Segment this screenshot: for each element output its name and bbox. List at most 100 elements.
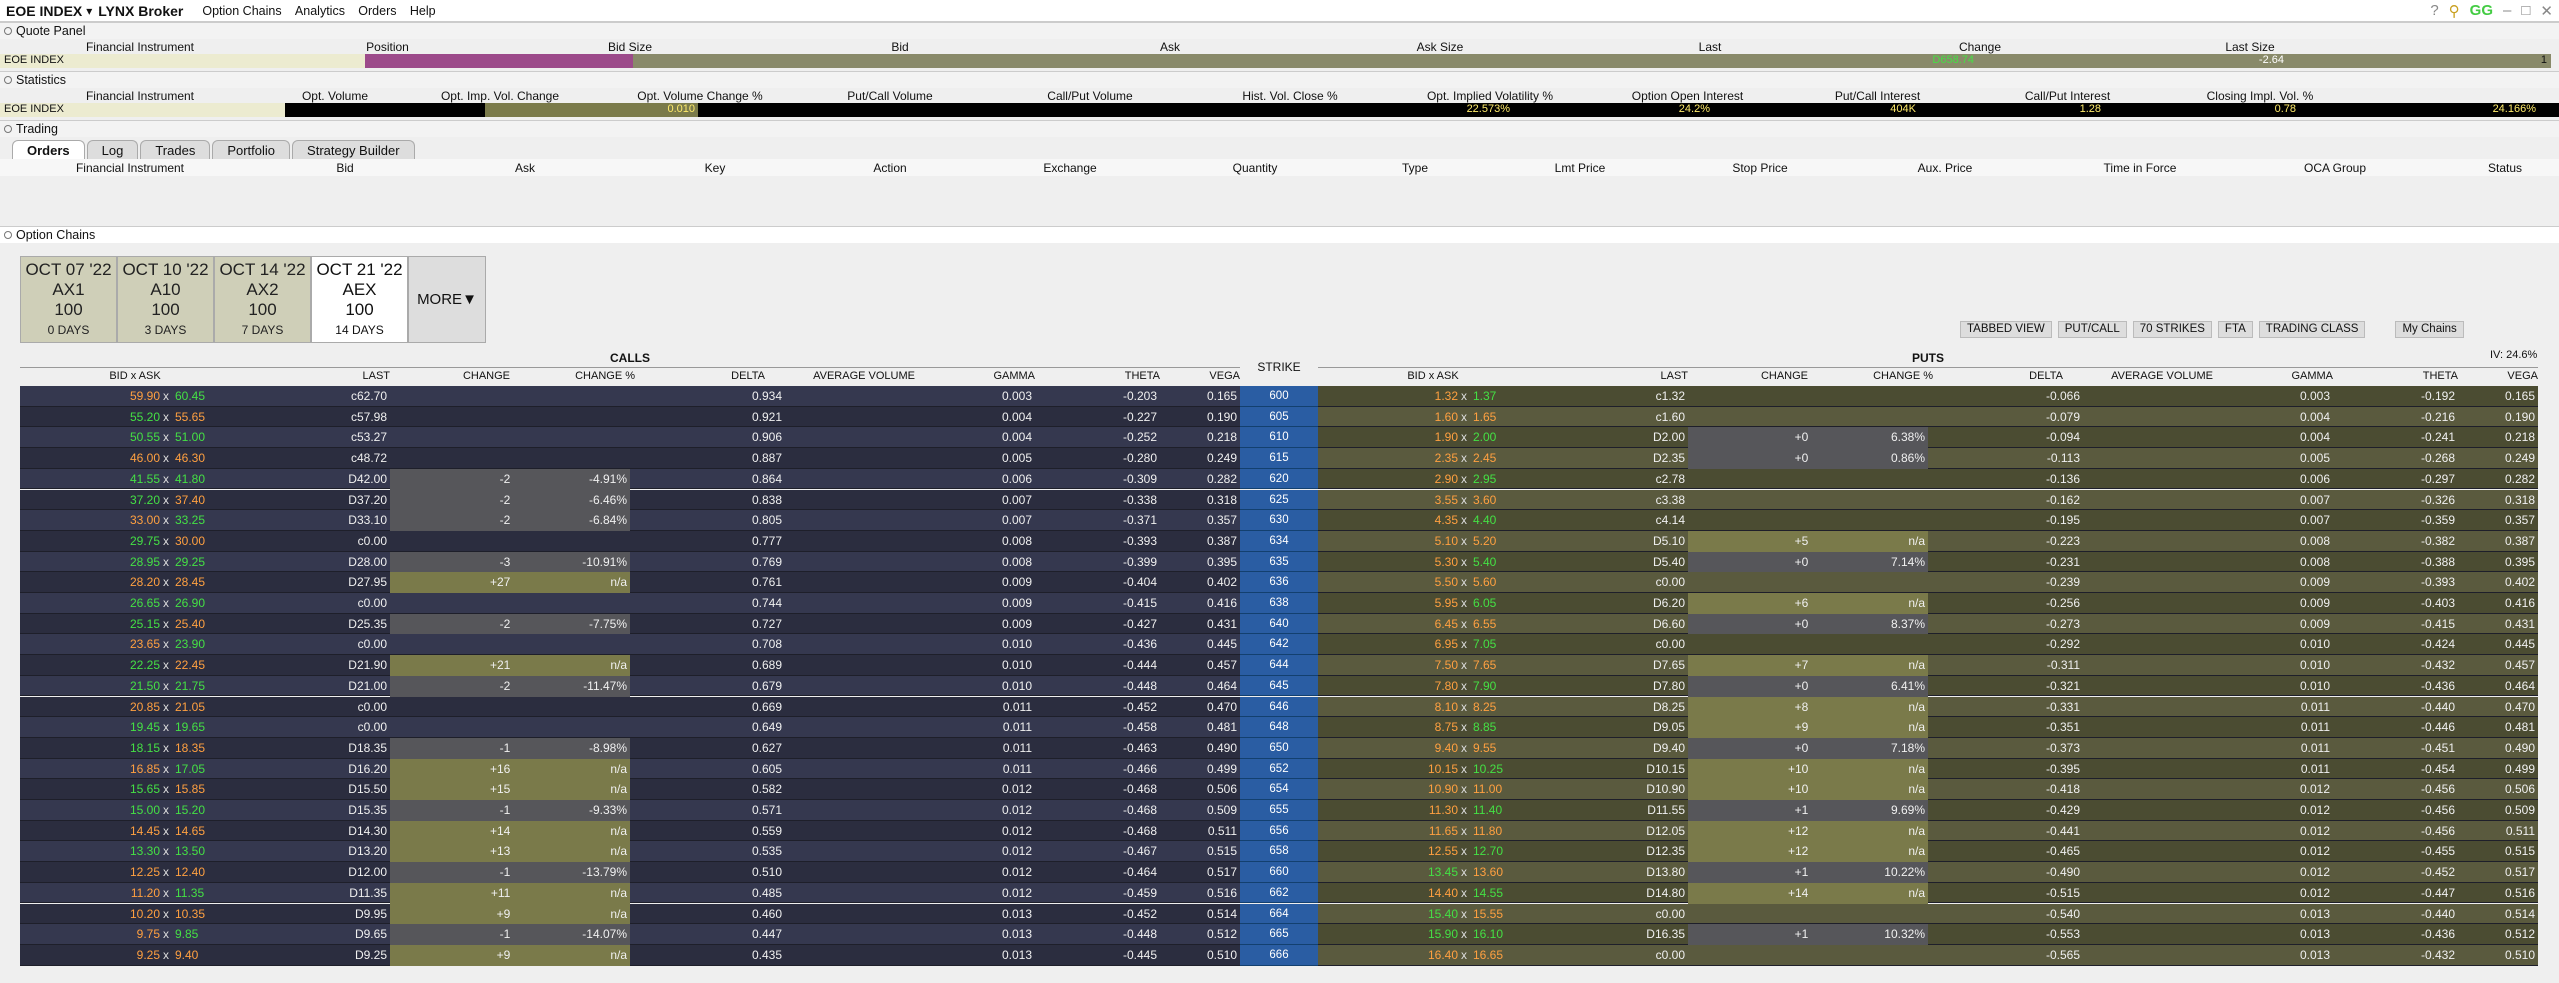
delta-cell[interactable]: -0.256 bbox=[1933, 593, 2083, 614]
strike-cell[interactable]: 656 bbox=[1240, 820, 1318, 842]
col-header[interactable]: Ask Size bbox=[1305, 40, 1575, 54]
bid-cell[interactable]: 10.20 bbox=[60, 904, 160, 925]
theta-cell[interactable]: -0.445 bbox=[1040, 945, 1160, 966]
col-header[interactable]: Ask bbox=[1035, 40, 1305, 54]
last-cell[interactable]: D21.00 bbox=[250, 676, 390, 697]
bid-cell[interactable]: 29.75 bbox=[60, 531, 160, 552]
ask-cell[interactable]: 55.65 bbox=[175, 407, 235, 428]
theta-cell[interactable]: -0.444 bbox=[1040, 655, 1160, 676]
vega-cell[interactable]: 0.402 bbox=[1160, 572, 1240, 593]
gamma-cell[interactable]: 0.011 bbox=[915, 717, 1035, 738]
change-pct-cell[interactable]: n/a bbox=[510, 758, 630, 780]
theta-cell[interactable]: -0.388 bbox=[2338, 552, 2458, 573]
theta-cell[interactable]: -0.456 bbox=[2338, 800, 2458, 821]
strike-cell[interactable]: 654 bbox=[1240, 779, 1318, 800]
change-cell[interactable]: +0.36 bbox=[1688, 551, 1828, 573]
change-cell[interactable]: +0.47 bbox=[1688, 675, 1828, 697]
theta-cell[interactable]: -0.280 bbox=[1040, 448, 1160, 469]
vega-cell[interactable]: 0.512 bbox=[2458, 924, 2538, 945]
col-header[interactable]: Option Open Interest bbox=[1590, 89, 1785, 103]
change-pct-cell[interactable]: n/a bbox=[510, 944, 630, 966]
col-header[interactable]: Change bbox=[1845, 40, 2115, 54]
gamma-cell[interactable]: 0.011 bbox=[915, 738, 1035, 759]
bid-cell[interactable]: 8.75 bbox=[1358, 717, 1458, 738]
ask-cell[interactable]: 7.65 bbox=[1473, 655, 1533, 676]
strike-cell[interactable]: 635 bbox=[1240, 551, 1318, 573]
vega-cell[interactable]: 0.416 bbox=[1160, 593, 1240, 614]
delta-cell[interactable]: 0.447 bbox=[635, 924, 785, 945]
last-cell[interactable]: c0.00 bbox=[1548, 904, 1688, 925]
change-cell[interactable]: -1.58 bbox=[390, 800, 530, 821]
change-cell[interactable]: +27.95 bbox=[390, 572, 530, 593]
strike-cell[interactable]: 650 bbox=[1240, 737, 1318, 759]
theta-cell[interactable]: -0.468 bbox=[1040, 821, 1160, 842]
expiry-tab-selected[interactable]: OCT 21 '22 AEX 100 14 DAYS bbox=[311, 256, 408, 343]
delta-cell[interactable]: 0.887 bbox=[635, 448, 785, 469]
gamma-cell[interactable]: 0.013 bbox=[915, 945, 1035, 966]
theta-cell[interactable]: -0.382 bbox=[2338, 531, 2458, 552]
gamma-cell[interactable]: 0.012 bbox=[2213, 779, 2333, 800]
change-cell[interactable]: +15.50 bbox=[390, 779, 530, 800]
vega-cell[interactable]: 0.457 bbox=[2458, 655, 2538, 676]
last-cell[interactable]: D5.40 bbox=[1548, 552, 1688, 573]
bid-cell[interactable]: 22.25 bbox=[60, 655, 160, 676]
gamma-cell[interactable]: 0.012 bbox=[915, 862, 1035, 883]
put-row[interactable]: 11.30x 11.40 D11.55+1.029.69%-0.429 0.012-0… bbox=[1318, 800, 2538, 821]
vega-cell[interactable]: 0.282 bbox=[1160, 469, 1240, 490]
put-row[interactable]: 1.32 x 1.37 c1.32 -0.066 0.003 -0.192 0.165 bbox=[1318, 386, 2538, 407]
ask-cell[interactable]: 5.40 bbox=[1473, 552, 1533, 573]
last-cell[interactable]: D7.65 bbox=[1548, 655, 1688, 676]
ask-cell[interactable]: 15.55 bbox=[1473, 904, 1533, 925]
theta-cell[interactable]: -0.466 bbox=[1040, 759, 1160, 780]
gamma-cell[interactable]: 0.009 bbox=[2213, 572, 2333, 593]
vega-cell[interactable]: 0.517 bbox=[1160, 862, 1240, 883]
bid-cell[interactable]: 3.55 bbox=[1358, 490, 1458, 511]
theta-cell[interactable]: -0.393 bbox=[1040, 531, 1160, 552]
delta-cell[interactable]: -0.311 bbox=[1933, 655, 2083, 676]
vega-cell[interactable]: 0.445 bbox=[2458, 634, 2538, 655]
change-pct-cell[interactable]: -9.33% bbox=[510, 800, 630, 821]
call-row[interactable]: 15.65 x 15.85 D15.50 +15.50 n/a 0.582 0.012 -0.4… bbox=[20, 779, 1240, 800]
last-cell[interactable]: D13.80 bbox=[1548, 862, 1688, 883]
theta-cell[interactable]: -0.393 bbox=[2338, 572, 2458, 593]
bid-cell[interactable]: 18.15 bbox=[60, 738, 160, 759]
strike-cell[interactable]: 665 bbox=[1240, 924, 1318, 945]
col-header[interactable]: Exchange bbox=[970, 161, 1170, 175]
gamma-cell[interactable]: 0.013 bbox=[2213, 945, 2333, 966]
bid-cell[interactable]: 55.20 bbox=[60, 407, 160, 428]
delta-cell[interactable]: -0.540 bbox=[1933, 904, 2083, 925]
delta-cell[interactable]: 0.535 bbox=[635, 841, 785, 862]
change-pct-cell[interactable]: n/a bbox=[510, 820, 630, 842]
fta-select[interactable]: FTA bbox=[2217, 321, 2253, 338]
strike-cell[interactable]: 652 bbox=[1240, 758, 1318, 780]
ask-cell[interactable]: 3.60 bbox=[1473, 490, 1533, 511]
gamma-cell[interactable]: 0.010 bbox=[2213, 655, 2333, 676]
bid-cell[interactable]: 11.20 bbox=[60, 883, 160, 904]
ask-cell[interactable]: 26.90 bbox=[175, 593, 235, 614]
change-cell[interactable]: +11.35 bbox=[390, 882, 530, 904]
put-row[interactable]: 10.90 x 11.00 D10.90 +10.90 n/a -0.418 0.012 -0.… bbox=[1318, 779, 2538, 800]
ask-cell[interactable]: 51.00 bbox=[175, 427, 235, 448]
call-row[interactable]: 59.90 x 60.45 c62.70 0.934 0.003 -0.203 0.165 bbox=[20, 386, 1240, 407]
put-row[interactable]: 8.10x 8.25 D8.25+8.25n/a-0.331 0.011-0.4400… bbox=[1318, 696, 2538, 718]
last-cell[interactable]: c1.60 bbox=[1548, 407, 1688, 428]
theta-cell[interactable]: -0.432 bbox=[2338, 655, 2458, 676]
change-pct-cell[interactable]: n/a bbox=[1808, 841, 1928, 863]
col-header[interactable]: LAST bbox=[250, 370, 390, 382]
ask-cell[interactable]: 9.55 bbox=[1473, 738, 1533, 759]
call-row[interactable]: 14.45 x 14.65 D14.30 +14.30 n/a 0.559 0.012 -0.4… bbox=[20, 820, 1240, 842]
link-icon[interactable]: ⚲ bbox=[2449, 2, 2460, 20]
vega-cell[interactable]: 0.431 bbox=[2458, 614, 2538, 635]
put-row[interactable]: 2.90 x 2.95 c2.78 -0.136 0.006 -0.297 0.282 bbox=[1318, 468, 2538, 490]
last-cell[interactable]: D14.30 bbox=[250, 821, 390, 842]
ask-cell[interactable]: 22.45 bbox=[175, 655, 235, 676]
last-cell[interactable]: D6.20 bbox=[1548, 593, 1688, 614]
change-pct-cell[interactable]: n/a bbox=[510, 903, 630, 925]
vega-cell[interactable]: 0.395 bbox=[1160, 552, 1240, 573]
gamma-cell[interactable]: 0.013 bbox=[2213, 904, 2333, 925]
delta-cell[interactable]: -0.565 bbox=[1933, 945, 2083, 966]
col-header[interactable]: CHANGE % bbox=[1808, 370, 1933, 382]
vega-cell[interactable]: 0.481 bbox=[2458, 717, 2538, 738]
gamma-cell[interactable]: 0.007 bbox=[2213, 510, 2333, 531]
strike-cell[interactable]: 610 bbox=[1240, 427, 1318, 449]
